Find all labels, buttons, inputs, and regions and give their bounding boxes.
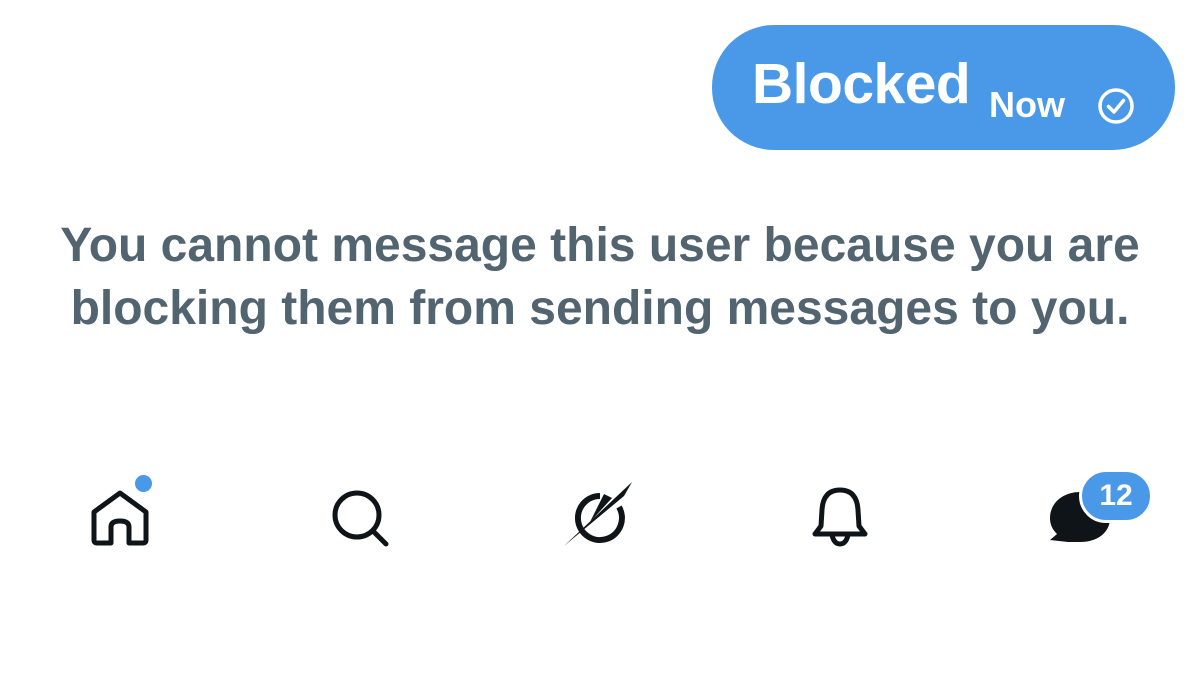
message-bubble[interactable]: Blocked Now — [712, 25, 1175, 150]
messages-count-badge: 12 — [1079, 469, 1153, 523]
message-timestamp: Now — [989, 84, 1065, 125]
message-text: Blocked — [752, 52, 971, 116]
bell-icon — [812, 487, 868, 547]
nav-notifications[interactable] — [800, 478, 880, 558]
blocked-notice: You cannot message this user because you… — [60, 219, 1140, 335]
grok-icon — [564, 482, 632, 546]
search-icon — [332, 490, 389, 547]
nav-grok[interactable] — [560, 478, 640, 558]
home-notification-dot — [133, 473, 154, 494]
nav-search[interactable] — [320, 478, 400, 558]
check-circle-icon — [1096, 86, 1136, 126]
